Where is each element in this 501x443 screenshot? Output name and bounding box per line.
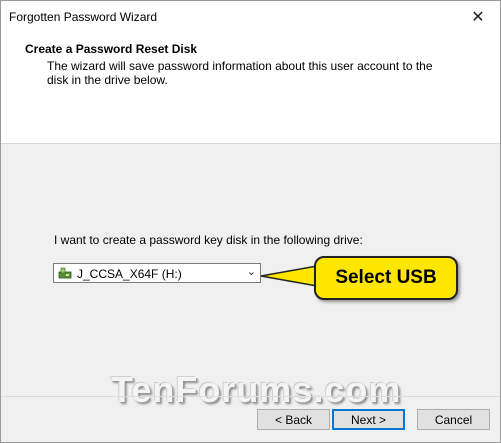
- drive-select-value: J_CCSA_X64F (H:): [77, 267, 182, 281]
- cancel-button[interactable]: Cancel: [417, 409, 490, 430]
- footer-divider: [1, 396, 500, 397]
- wizard-header: Create a Password Reset Disk The wizard …: [1, 32, 500, 144]
- window-title: Forgotten Password Wizard: [9, 10, 158, 24]
- chevron-down-icon: ⌄: [246, 266, 256, 278]
- callout-arrow: [260, 265, 318, 287]
- drive-prompt-label: I want to create a password key disk in …: [54, 233, 363, 247]
- usb-drive-icon: [58, 267, 72, 279]
- watermark: TenForums.com: [111, 369, 402, 410]
- back-button[interactable]: < Back: [257, 409, 330, 430]
- page-title: Create a Password Reset Disk: [25, 42, 198, 56]
- title-bar: Forgotten Password Wizard ✕: [1, 1, 500, 32]
- page-description: The wizard will save password informatio…: [47, 59, 433, 87]
- drive-select-dropdown[interactable]: J_CCSA_X64F (H:) ⌄: [53, 263, 261, 283]
- select-usb-callout: Select USB: [314, 256, 458, 300]
- close-icon: ✕: [471, 8, 485, 26]
- wizard-window: Forgotten Password Wizard ✕ Create a Pas…: [0, 0, 501, 443]
- next-button[interactable]: Next >: [332, 409, 405, 430]
- close-button[interactable]: ✕: [456, 1, 500, 32]
